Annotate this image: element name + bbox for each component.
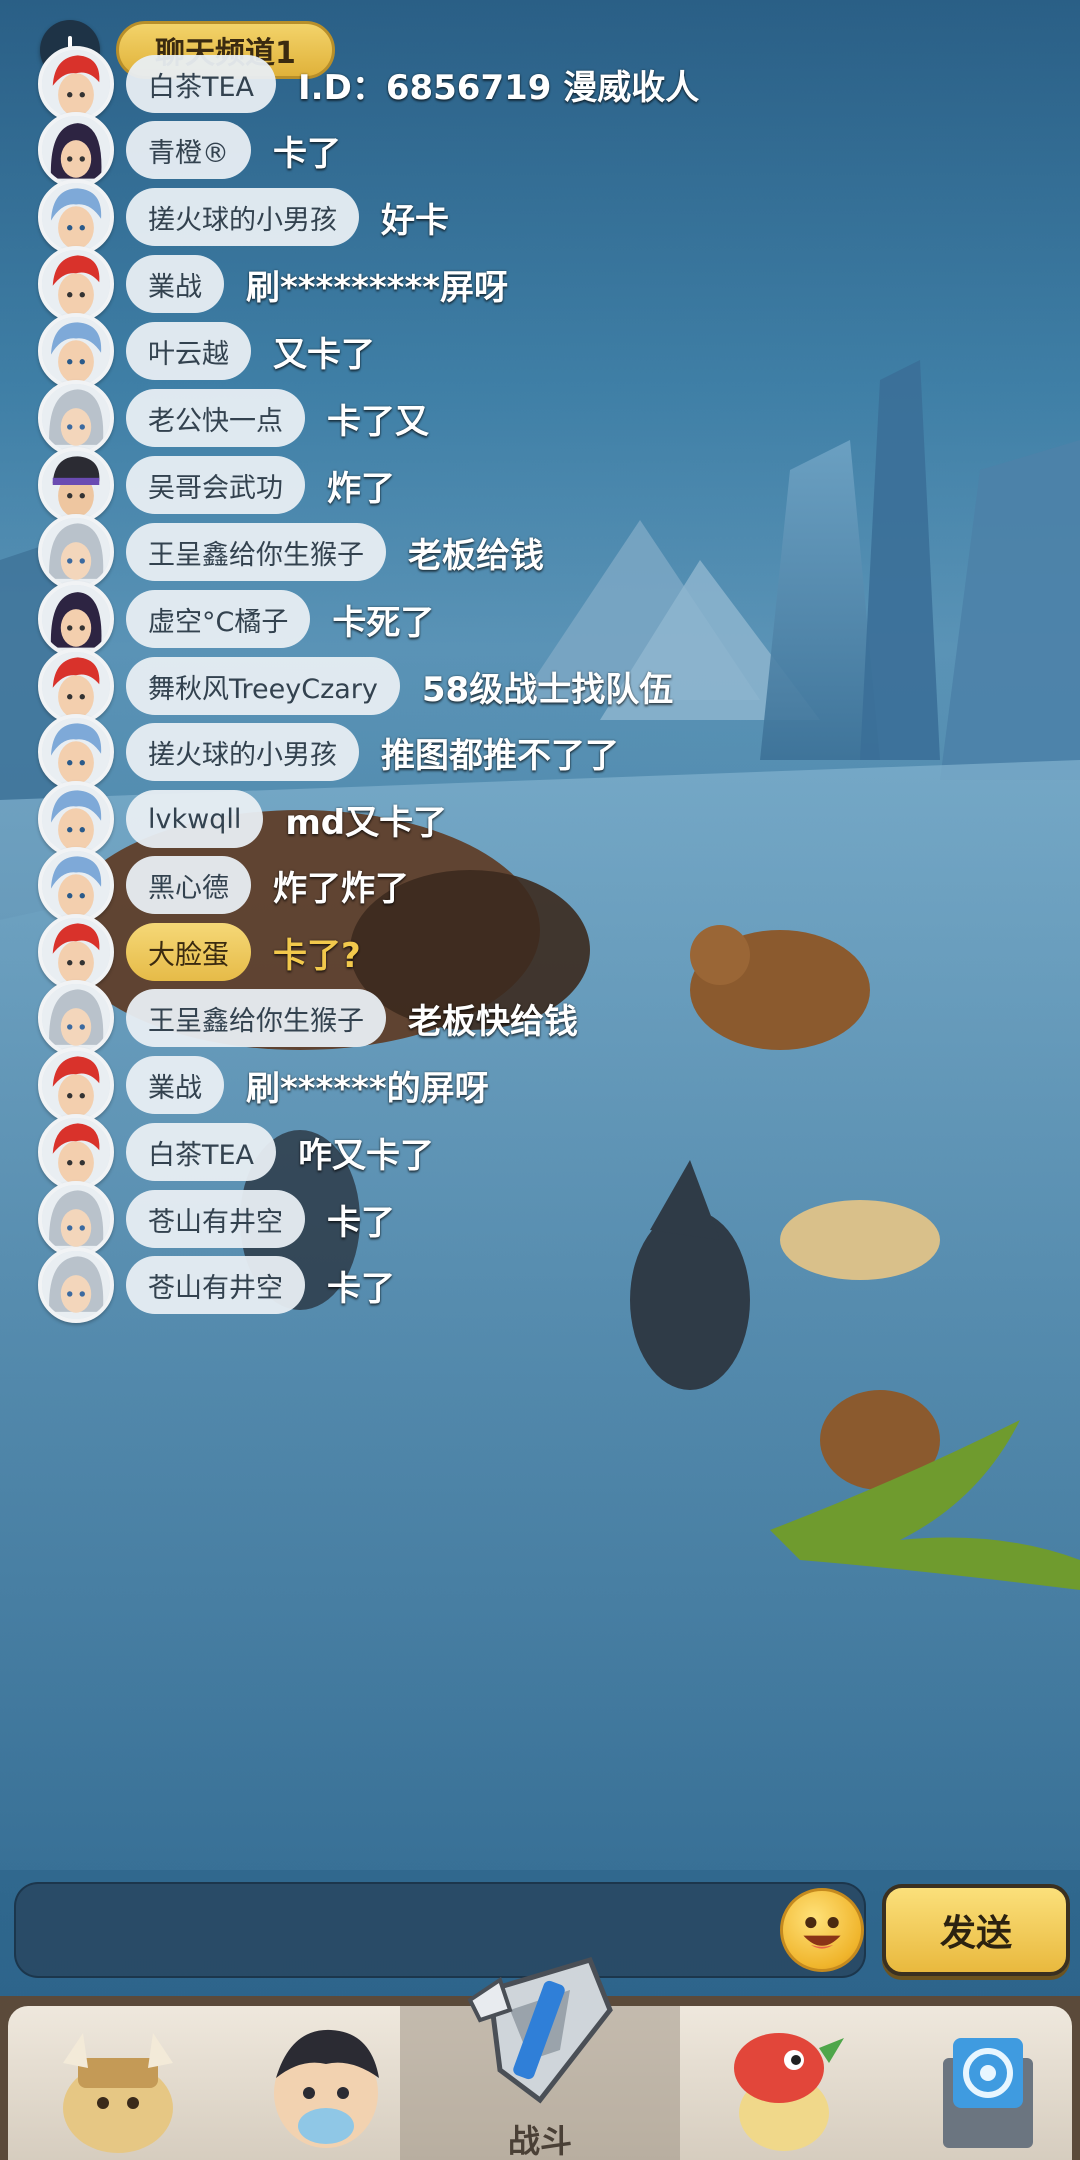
avatar[interactable]	[38, 714, 114, 790]
chat-message: 白茶TEA I.D：6856719 漫威收人	[38, 46, 699, 122]
message-text: 老板给钱	[408, 535, 544, 576]
player-name-tag[interactable]: lvkwqll	[126, 790, 264, 848]
player-name-tag[interactable]: 白茶TEA	[126, 1123, 277, 1181]
avatar[interactable]	[38, 447, 114, 523]
player-name-tag[interactable]: 業战	[126, 1056, 224, 1114]
avatar[interactable]	[38, 313, 114, 389]
message-text: md又卡了	[285, 802, 448, 843]
avatar[interactable]	[38, 581, 114, 657]
player-name-tag[interactable]: 老公快一点	[126, 389, 305, 447]
chat-message: 業战 刷******的屏呀	[38, 1047, 489, 1123]
player-name-tag[interactable]: 大脸蛋	[126, 923, 251, 981]
message-text: 炸了	[327, 468, 395, 509]
pet-dragon-icon	[734, 2033, 844, 2151]
chat-message: 大脸蛋 卡了?	[38, 914, 361, 990]
smiley-face-icon	[803, 1917, 841, 1949]
chat-message: 搓火球的小男孩 推图都推不了了	[38, 714, 619, 790]
battle-sword-icon	[467, 1956, 613, 2104]
chat-message: 黑心德 炸了炸了	[38, 847, 409, 923]
emoji-button[interactable]	[780, 1888, 864, 1972]
avatar[interactable]	[38, 1181, 114, 1257]
tribe-warrior-icon	[63, 2033, 173, 2153]
avatar[interactable]	[38, 914, 114, 990]
player-name-tag[interactable]: 王呈鑫给你生猴子	[126, 989, 386, 1047]
message-text: I.D：6856719 漫威收人	[298, 67, 700, 108]
chat-message: 虚空°C橘子 卡死了	[38, 581, 434, 657]
player-name-tag[interactable]: 搓火球的小男孩	[126, 188, 359, 246]
avatar[interactable]	[38, 781, 114, 857]
message-text: 咋又卡了	[298, 1135, 435, 1176]
player-name-tag[interactable]: 舞秋风TreeyCzary	[126, 657, 400, 715]
avatar[interactable]	[38, 46, 114, 122]
player-name-tag[interactable]: 王呈鑫给你生猴子	[126, 523, 386, 581]
avatar[interactable]	[38, 1114, 114, 1190]
message-text: 卡了?	[273, 935, 361, 976]
chat-message: 叶云越 又卡了	[38, 313, 375, 389]
chat-message: 苍山有井空 卡了	[38, 1247, 395, 1323]
player-name-tag[interactable]: 虚空°C橘子	[126, 590, 311, 648]
message-text: 好卡	[381, 200, 449, 241]
avatar[interactable]	[38, 1047, 114, 1123]
chat-message: 業战 刷*********屏呀	[38, 246, 508, 322]
message-text: 又卡了	[273, 334, 375, 375]
chat-message: 吴哥会武功 炸了	[38, 447, 395, 523]
chat-message: 白茶TEA 咋又卡了	[38, 1114, 434, 1190]
hero-face-icon	[274, 2029, 379, 2148]
avatar[interactable]	[38, 648, 114, 724]
player-name-tag[interactable]: 業战	[126, 255, 224, 313]
player-name-tag[interactable]: 吴哥会武功	[126, 456, 305, 514]
avatar[interactable]	[38, 1247, 114, 1323]
avatar[interactable]	[38, 246, 114, 322]
avatar[interactable]	[38, 847, 114, 923]
message-text: 卡了	[327, 1202, 395, 1243]
message-text: 炸了炸了	[273, 868, 409, 909]
avatar[interactable]	[38, 380, 114, 456]
player-name-tag[interactable]: 苍山有井空	[126, 1256, 305, 1314]
avatar[interactable]	[38, 514, 114, 590]
portal-icon	[943, 2038, 1033, 2148]
nav-tab-heroes[interactable]	[226, 2006, 426, 2160]
nav-tab-battle-label: 战斗	[507, 2122, 572, 2160]
message-text: 卡了	[327, 1268, 395, 1309]
chat-input-field[interactable]	[14, 1882, 866, 1978]
message-text: 卡了又	[327, 401, 429, 442]
player-name-tag[interactable]: 黑心德	[126, 856, 251, 914]
message-text: 卡死了	[332, 602, 435, 643]
chat-message: 青橙® 卡了	[38, 112, 341, 188]
chat-message: 搓火球的小男孩 好卡	[38, 179, 449, 255]
message-text: 推图都推不了了	[381, 735, 619, 776]
chat-message: 舞秋风TreeyCzary 58级战士找队伍	[38, 648, 673, 724]
message-text: 卡了	[273, 133, 341, 174]
message-text: 老板快给钱	[408, 1001, 578, 1042]
chat-message: 王呈鑫给你生猴子 老板给钱	[38, 514, 544, 590]
message-text: 58级战士找队伍	[421, 669, 674, 710]
chat-message: 王呈鑫给你生猴子 老板快给钱	[38, 980, 578, 1056]
avatar[interactable]	[38, 980, 114, 1056]
chat-message: 老公快一点 卡了又	[38, 380, 429, 456]
avatar[interactable]	[38, 112, 114, 188]
send-button[interactable]: 发送	[882, 1884, 1070, 1976]
nav-tab-portal[interactable]	[888, 2006, 1080, 2160]
player-name-tag[interactable]: 苍山有井空	[126, 1190, 305, 1248]
player-name-tag[interactable]: 搓火球的小男孩	[126, 723, 359, 781]
message-text: 刷*********屏呀	[246, 267, 509, 308]
player-name-tag[interactable]: 青橙®	[126, 121, 251, 179]
nav-tab-pets[interactable]	[684, 2006, 884, 2160]
message-text: 刷******的屏呀	[246, 1068, 489, 1109]
avatar[interactable]	[38, 179, 114, 255]
player-name-tag[interactable]: 白茶TEA	[126, 55, 277, 113]
chat-message: 苍山有井空 卡了	[38, 1181, 395, 1257]
chat-message: lvkwqll md又卡了	[38, 781, 447, 857]
nav-tab-tribe[interactable]	[18, 2006, 218, 2160]
player-name-tag[interactable]: 叶云越	[126, 322, 251, 380]
